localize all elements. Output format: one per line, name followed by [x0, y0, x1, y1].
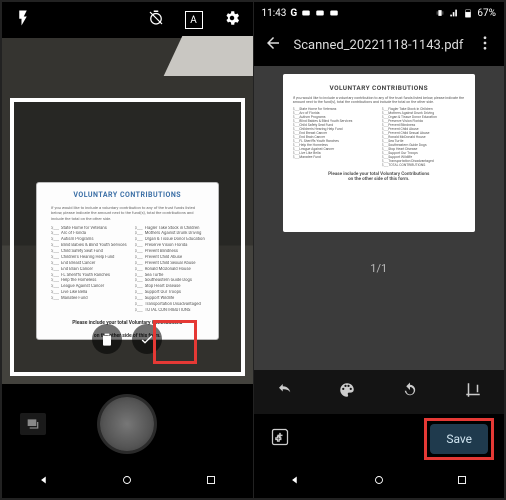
signal-icon [449, 8, 459, 18]
edit-tool-row [254, 370, 505, 414]
pdf-page[interactable]: VOLUNTARY CONTRIBUTIONS If you would lik… [283, 74, 475, 232]
capture-frame: VOLUNTARY CONTRIBUTIONS If you would lik… [10, 98, 245, 376]
undo-button[interactable] [276, 381, 294, 403]
android-navbar [2, 464, 253, 498]
pdf-editor-screen: 11:43 G 67% Scanned_20221118-1143.pdf VO… [254, 2, 505, 498]
youtube-icon [315, 8, 325, 18]
youtube-icon [301, 8, 311, 18]
trash-icon [99, 331, 115, 347]
fund-line: $___TOTAL CONTRIBUTIONS [135, 308, 205, 314]
camera-viewport: VOLUNTARY CONTRIBUTIONS If you would lik… [2, 38, 253, 384]
back-nav-icon[interactable] [37, 472, 51, 491]
doc-intro: If you would like to include a voluntary… [51, 205, 204, 222]
palette-button[interactable] [338, 381, 356, 403]
page-indicator: 1/1 [370, 262, 387, 275]
fund-line: $___Manatee Fund [51, 296, 127, 302]
captured-document: VOLUNTARY CONTRIBUTIONS If you would lik… [36, 182, 219, 340]
fund-line: $___TOTAL CONTRIBUTIONS [382, 163, 465, 167]
auto-mode-icon[interactable]: A [185, 11, 203, 29]
shutter-button[interactable] [100, 397, 154, 451]
gear-icon[interactable] [223, 9, 241, 31]
camera-screen: A VOLUNTARY CONTRIBUTIONS If you would l… [2, 2, 254, 498]
doc-footer-2: on the other side of this form. [293, 177, 465, 182]
highlight-confirm [153, 320, 197, 364]
back-nav-icon[interactable] [288, 472, 302, 491]
doc-title: VOLUNTARY CONTRIBUTIONS [293, 84, 465, 92]
home-nav-icon[interactable] [120, 472, 134, 491]
android-navbar [254, 464, 505, 498]
pdf-header: Scanned_20221118-1143.pdf [254, 24, 505, 66]
battery-icon [463, 8, 473, 18]
add-page-button[interactable] [270, 427, 290, 451]
pdf-body: VOLUNTARY CONTRIBUTIONS If you would lik… [254, 66, 505, 370]
crop-button[interactable] [464, 381, 482, 403]
pdf-title: Scanned_20221118-1143.pdf [294, 38, 465, 53]
status-time: 11:43 [262, 8, 287, 19]
vibrate-icon [435, 8, 445, 18]
recents-nav-icon[interactable] [455, 472, 469, 491]
doc-intro: If you would like to include a voluntary… [293, 96, 465, 104]
rotate-button[interactable] [401, 381, 419, 403]
highlight-save [424, 418, 494, 460]
youtube-icon [329, 8, 339, 18]
camera-top-bar: A [2, 2, 253, 38]
gallery-icon [25, 416, 41, 432]
discard-button[interactable] [92, 324, 122, 354]
fund-line: $___Manatee Fund [293, 155, 376, 159]
status-bar: 11:43 G 67% [254, 2, 505, 24]
doc-title: VOLUNTARY CONTRIBUTIONS [47, 191, 208, 201]
battery-percent: 67% [477, 8, 496, 19]
save-row: Save [254, 414, 505, 464]
google-icon: G [290, 8, 297, 19]
gallery-button[interactable] [20, 413, 46, 435]
home-nav-icon[interactable] [372, 472, 386, 491]
camera-bottom-bar [2, 384, 253, 464]
recents-nav-icon[interactable] [204, 472, 218, 491]
timer-off-icon[interactable] [147, 9, 165, 31]
back-button[interactable] [264, 34, 282, 56]
more-button[interactable] [476, 34, 494, 56]
flash-icon[interactable] [14, 9, 32, 31]
